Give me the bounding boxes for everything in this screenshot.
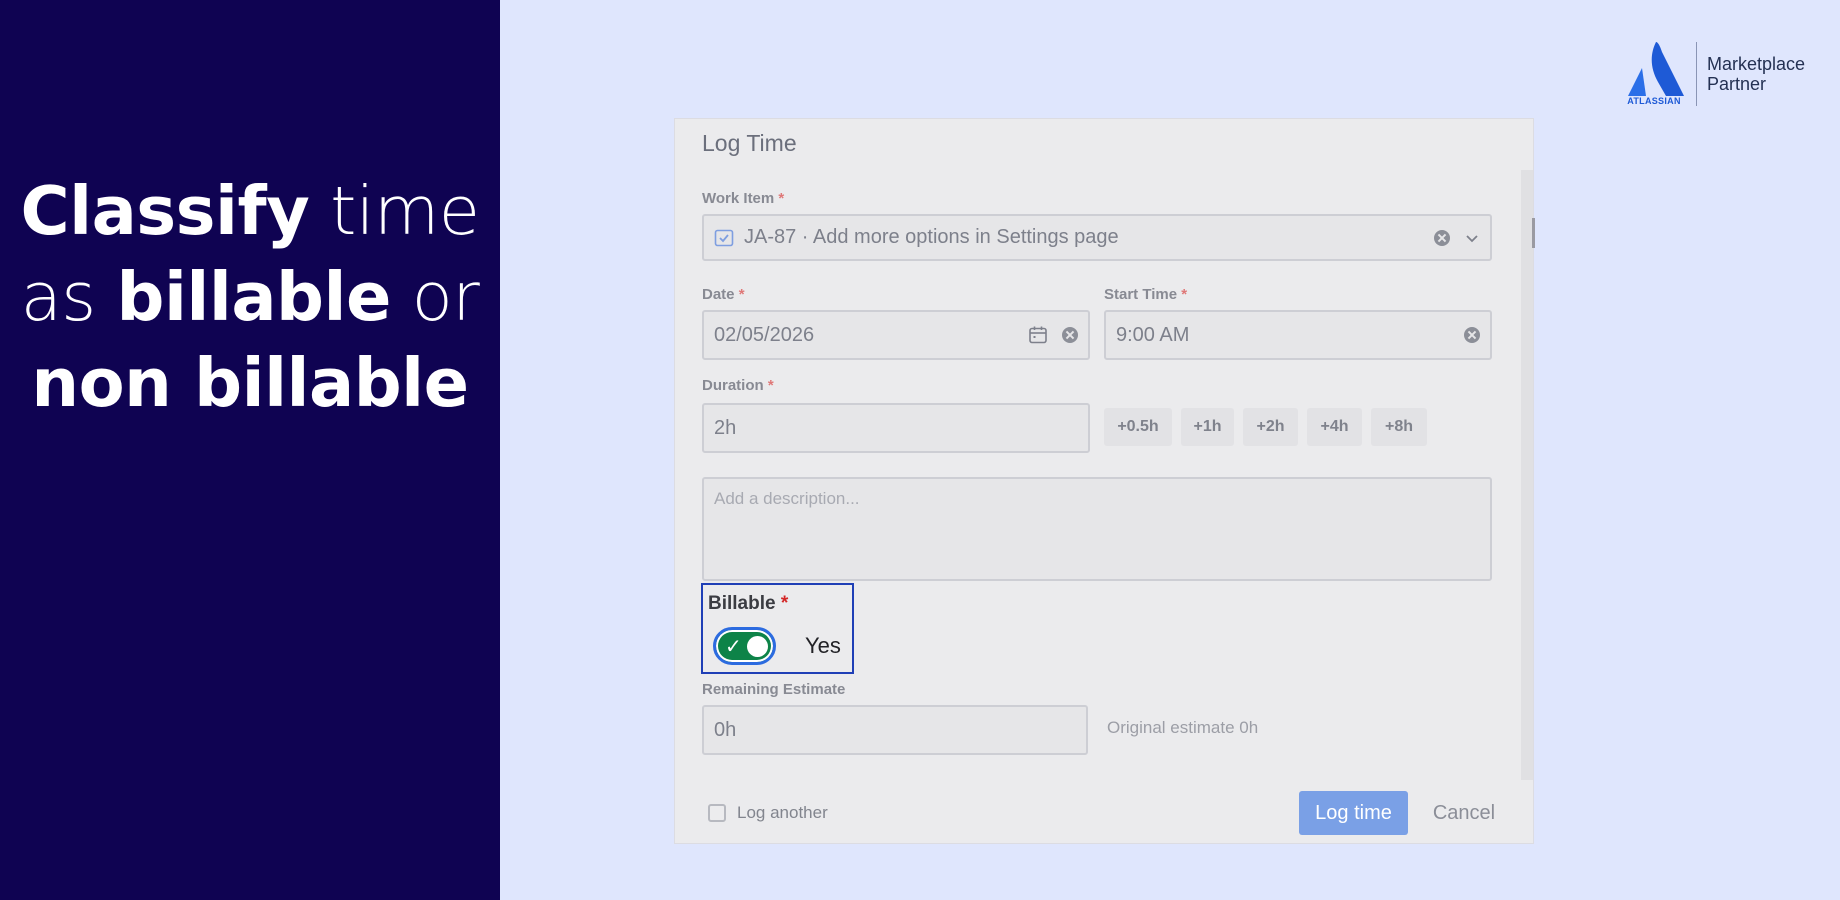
cancel-button[interactable]: Cancel [1420,791,1508,835]
dialog-scrollbar[interactable] [1521,170,1533,780]
clear-icon[interactable] [1062,327,1078,343]
logo-divider [1696,42,1697,106]
date-value: 02/05/2026 [714,323,815,346]
start-time-input[interactable]: 9:00 AM [1104,310,1492,360]
headline-bold-classify: Classify [20,172,310,250]
promo-panel: Classify time as billable or non billabl… [0,0,500,900]
calendar-icon[interactable] [1028,325,1048,345]
description-textarea[interactable]: Add a description... [702,477,1492,581]
remaining-estimate-value: 0h [714,718,737,741]
start-time-value: 9:00 AM [1116,323,1190,346]
original-estimate-text: Original estimate 0h [1107,718,1259,737]
work-item-select[interactable]: JA-87 · Add more options in Settings pag… [702,214,1492,261]
duration-value: 2h [714,416,737,439]
work-item-label: Work Item * [702,190,785,207]
headline-bold-billable: billable [116,258,391,336]
partner-text: Marketplace Partner [1707,54,1806,94]
billable-toggle[interactable]: ✓ [713,627,776,665]
date-label: Date * [702,286,745,303]
billable-state-text: Yes [805,633,841,658]
quick-add-0-5h-button[interactable]: +0.5h [1104,408,1172,446]
chevron-down-icon[interactable] [1464,230,1480,246]
quick-add-2h-button[interactable]: +2h [1243,408,1298,446]
checkbox-task-icon [714,229,734,246]
remaining-estimate-label: Remaining Estimate [702,681,846,698]
marketplace-partner-badge: ATLASSIAN Marketplace Partner [1622,38,1805,108]
description-placeholder: Add a description... [714,489,860,508]
remaining-estimate-input[interactable]: 0h [702,705,1088,755]
atlassian-logo-icon: ATLASSIAN [1622,38,1686,108]
quick-add-8h-button[interactable]: +8h [1371,408,1427,446]
toggle-knob [747,636,768,657]
duration-input[interactable]: 2h [702,403,1090,453]
clear-icon[interactable] [1464,327,1480,343]
quick-add-4h-button[interactable]: +4h [1307,408,1362,446]
promo-headline: Classify time as billable or non billabl… [20,172,480,422]
duration-label: Duration * [702,377,774,394]
dialog-title: Log Time [702,130,797,156]
billable-label: Billable * [708,593,789,614]
start-time-label: Start Time * [1104,286,1188,303]
log-another-label[interactable]: Log another [737,803,828,823]
scrollbar-thumb[interactable] [1532,218,1535,248]
quick-add-1h-button[interactable]: +1h [1181,408,1234,446]
clear-icon[interactable] [1434,229,1450,246]
headline-bold-non-billable: non billable [31,344,469,422]
work-item-value: JA-87 · Add more options in Settings pag… [744,226,1119,248]
log-time-button[interactable]: Log time [1299,791,1408,835]
date-input[interactable]: 02/05/2026 [702,310,1090,360]
log-another-checkbox[interactable] [708,804,726,822]
check-icon: ✓ [725,634,742,658]
